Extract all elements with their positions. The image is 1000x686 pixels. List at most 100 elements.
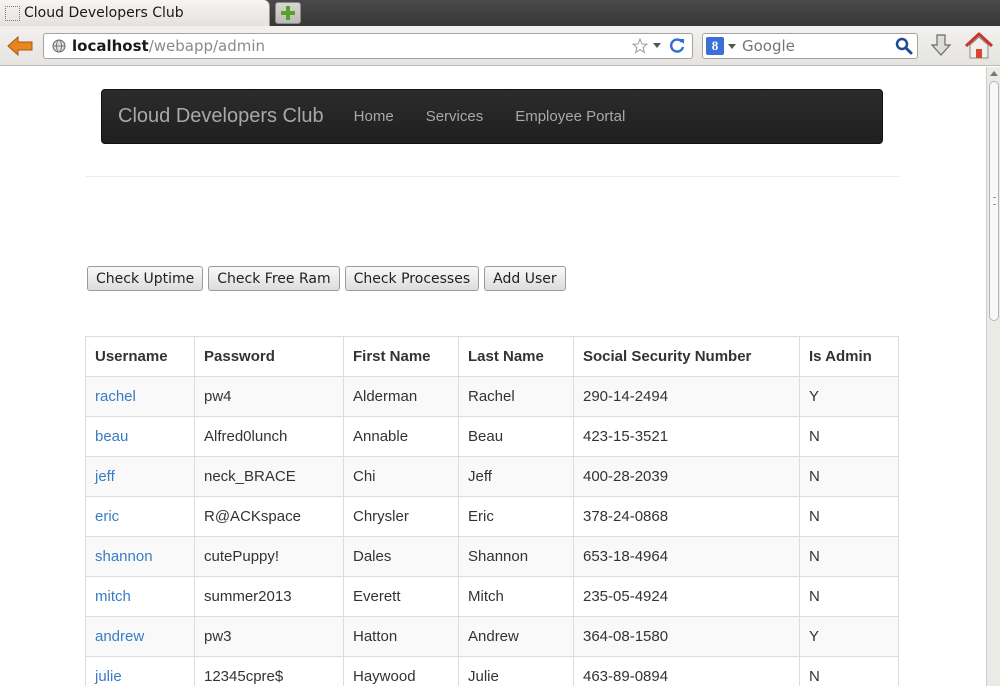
cell-username: shannon <box>85 536 195 577</box>
cell-last-name: Rachel <box>458 376 574 417</box>
cell-last-name: Andrew <box>458 616 574 657</box>
search-bar[interactable]: 8 <box>702 33 918 59</box>
cell-ssn: 378-24-0868 <box>573 496 800 537</box>
username-link[interactable]: andrew <box>95 628 144 645</box>
magnifier-icon[interactable] <box>895 37 913 55</box>
site-brand[interactable]: Cloud Developers Club <box>118 105 324 128</box>
scrollbar-thumb[interactable] <box>989 81 999 321</box>
back-button[interactable] <box>5 34 35 58</box>
cell-username: eric <box>85 496 195 537</box>
address-text: localhost/webapp/admin <box>72 37 265 55</box>
reload-icon[interactable] <box>668 37 686 55</box>
cell-username: jeff <box>85 456 195 497</box>
cell-ssn: 290-14-2494 <box>573 376 800 417</box>
cell-username: beau <box>85 416 195 457</box>
history-dropdown-icon[interactable] <box>653 43 661 48</box>
cell-password: neck_BRACE <box>194 456 344 497</box>
cell-username: julie <box>85 656 195 686</box>
address-bar[interactable]: localhost/webapp/admin <box>43 33 693 59</box>
browser-tab-active[interactable]: Cloud Developers Club <box>0 0 270 26</box>
username-link[interactable]: mitch <box>95 588 131 605</box>
nav-services[interactable]: Services <box>410 108 500 125</box>
new-tab-button[interactable] <box>275 2 301 24</box>
download-arrow-icon[interactable] <box>928 33 954 59</box>
cell-is-admin: N <box>799 496 899 537</box>
check-uptime-button[interactable]: Check Uptime <box>87 266 204 291</box>
search-input[interactable] <box>742 37 882 55</box>
cell-is-admin: N <box>799 416 899 457</box>
cell-first-name: Chrysler <box>343 496 459 537</box>
admin-action-buttons: Check Uptime Check Free Ram Check Proces… <box>87 266 566 291</box>
cell-password: pw4 <box>194 376 344 417</box>
username-link[interactable]: shannon <box>95 548 153 565</box>
cell-ssn: 235-05-4924 <box>573 576 800 617</box>
table-row: andrew pw3 Hatton Andrew 364-08-1580 Y <box>85 616 899 657</box>
check-processes-button[interactable]: Check Processes <box>344 266 480 291</box>
table-row: rachel pw4 Alderman Rachel 290-14-2494 Y <box>85 376 899 417</box>
cell-is-admin: N <box>799 456 899 497</box>
cell-first-name: Alderman <box>343 376 459 417</box>
cell-first-name: Hatton <box>343 616 459 657</box>
cell-username: mitch <box>85 576 195 617</box>
username-link[interactable]: beau <box>95 428 128 445</box>
cell-password: 12345cpre$ <box>194 656 344 686</box>
cell-last-name: Eric <box>458 496 574 537</box>
col-is-admin: Is Admin <box>799 336 899 377</box>
cell-ssn: 463-89-0894 <box>573 656 800 686</box>
cell-last-name: Julie <box>458 656 574 686</box>
cell-username: rachel <box>85 376 195 417</box>
site-navbar: Cloud Developers Club Home Services Empl… <box>101 89 883 144</box>
col-ssn: Social Security Number <box>573 336 800 377</box>
cell-last-name: Shannon <box>458 536 574 577</box>
cell-ssn: 653-18-4964 <box>573 536 800 577</box>
scroll-up-arrow-icon[interactable] <box>990 71 998 76</box>
url-path: /webapp/admin <box>148 37 266 55</box>
cell-is-admin: N <box>799 656 899 686</box>
star-icon[interactable] <box>632 38 648 54</box>
cell-ssn: 400-28-2039 <box>573 456 800 497</box>
header-divider <box>86 176 899 177</box>
cell-last-name: Mitch <box>458 576 574 617</box>
check-free-ram-button[interactable]: Check Free Ram <box>208 266 340 291</box>
username-link[interactable]: rachel <box>95 388 136 405</box>
col-password: Password <box>194 336 344 377</box>
table-row: mitch summer2013 Everett Mitch 235-05-4924 N <box>85 576 899 617</box>
col-first-name: First Name <box>343 336 459 377</box>
cell-last-name: Beau <box>458 416 574 457</box>
google-engine-icon[interactable]: 8 <box>706 37 724 55</box>
cell-last-name: Jeff <box>458 456 574 497</box>
cell-first-name: Annable <box>343 416 459 457</box>
col-last-name: Last Name <box>458 336 574 377</box>
cell-is-admin: N <box>799 576 899 617</box>
table-header-row: Username Password First Name Last Name S… <box>85 336 899 377</box>
cell-password: summer2013 <box>194 576 344 617</box>
cell-ssn: 423-15-3521 <box>573 416 800 457</box>
cell-password: Alfred0lunch <box>194 416 344 457</box>
add-user-button[interactable]: Add User <box>484 266 566 291</box>
username-link[interactable]: jeff <box>95 468 115 485</box>
cell-password: cutePuppy! <box>194 536 344 577</box>
username-link[interactable]: julie <box>95 668 122 685</box>
cell-ssn: 364-08-1580 <box>573 616 800 657</box>
engine-dropdown-icon[interactable] <box>728 43 736 49</box>
page-scrollbar[interactable] <box>986 67 1000 686</box>
cell-username: andrew <box>85 616 195 657</box>
table-row: julie 12345cpre$ Haywood Julie 463-89-0894 N <box>85 656 899 686</box>
cell-password: pw3 <box>194 616 344 657</box>
username-link[interactable]: eric <box>95 508 119 525</box>
col-username: Username <box>85 336 195 377</box>
cell-is-admin: Y <box>799 376 899 417</box>
globe-icon[interactable] <box>51 38 67 54</box>
table-row: jeff neck_BRACE Chi Jeff 400-28-2039 N <box>85 456 899 497</box>
cell-first-name: Dales <box>343 536 459 577</box>
cell-first-name: Haywood <box>343 656 459 686</box>
table-row: beau Alfred0lunch Annable Beau 423-15-3521 N <box>85 416 899 457</box>
nav-home[interactable]: Home <box>338 108 410 125</box>
scroll-grip-icon <box>993 197 996 205</box>
cell-first-name: Chi <box>343 456 459 497</box>
home-icon[interactable] <box>964 32 994 60</box>
cell-is-admin: N <box>799 536 899 577</box>
browser-tab-strip: Cloud Developers Club <box>0 0 1000 26</box>
nav-employee-portal[interactable]: Employee Portal <box>499 108 641 125</box>
tab-title: Cloud Developers Club <box>24 5 184 21</box>
